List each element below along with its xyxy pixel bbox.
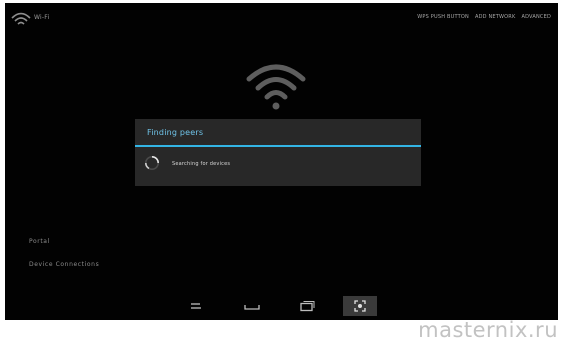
recent-apps-button[interactable] xyxy=(290,296,324,316)
action-bar: Wi-Fi WPS PUSH BUTTON ADD NETWORK ADVANC… xyxy=(5,3,558,33)
device-screen: Wi-Fi WPS PUSH BUTTON ADD NETWORK ADVANC… xyxy=(5,3,558,320)
advanced-button[interactable]: ADVANCED xyxy=(521,14,551,20)
dialog-message: Searching for devices xyxy=(172,161,231,167)
device-connections-item[interactable]: Device Connections xyxy=(29,261,99,268)
screenshot-icon xyxy=(354,300,366,312)
progress-spinner-icon xyxy=(145,156,159,170)
wifi-signal-icon xyxy=(246,64,306,110)
recent-apps-icon xyxy=(300,301,315,312)
screenshot-button[interactable] xyxy=(343,296,377,316)
action-bar-menu: WPS PUSH BUTTON ADD NETWORK ADVANCED xyxy=(417,14,551,20)
finding-peers-dialog: Finding peers Searching for devices xyxy=(135,119,421,186)
navigation-bar xyxy=(5,293,558,320)
wifi-icon xyxy=(11,12,31,25)
portal-item[interactable]: Portal xyxy=(29,238,50,245)
back-icon xyxy=(191,303,201,309)
home-button[interactable] xyxy=(235,296,269,316)
dialog-divider xyxy=(135,145,421,147)
watermark: masternix.ru xyxy=(418,318,558,342)
app-title: Wi-Fi xyxy=(34,14,50,21)
back-button[interactable] xyxy=(179,296,213,316)
add-network-button[interactable]: ADD NETWORK xyxy=(475,14,516,20)
wps-push-button[interactable]: WPS PUSH BUTTON xyxy=(417,14,469,20)
dialog-title: Finding peers xyxy=(147,128,204,137)
home-icon xyxy=(244,305,260,310)
